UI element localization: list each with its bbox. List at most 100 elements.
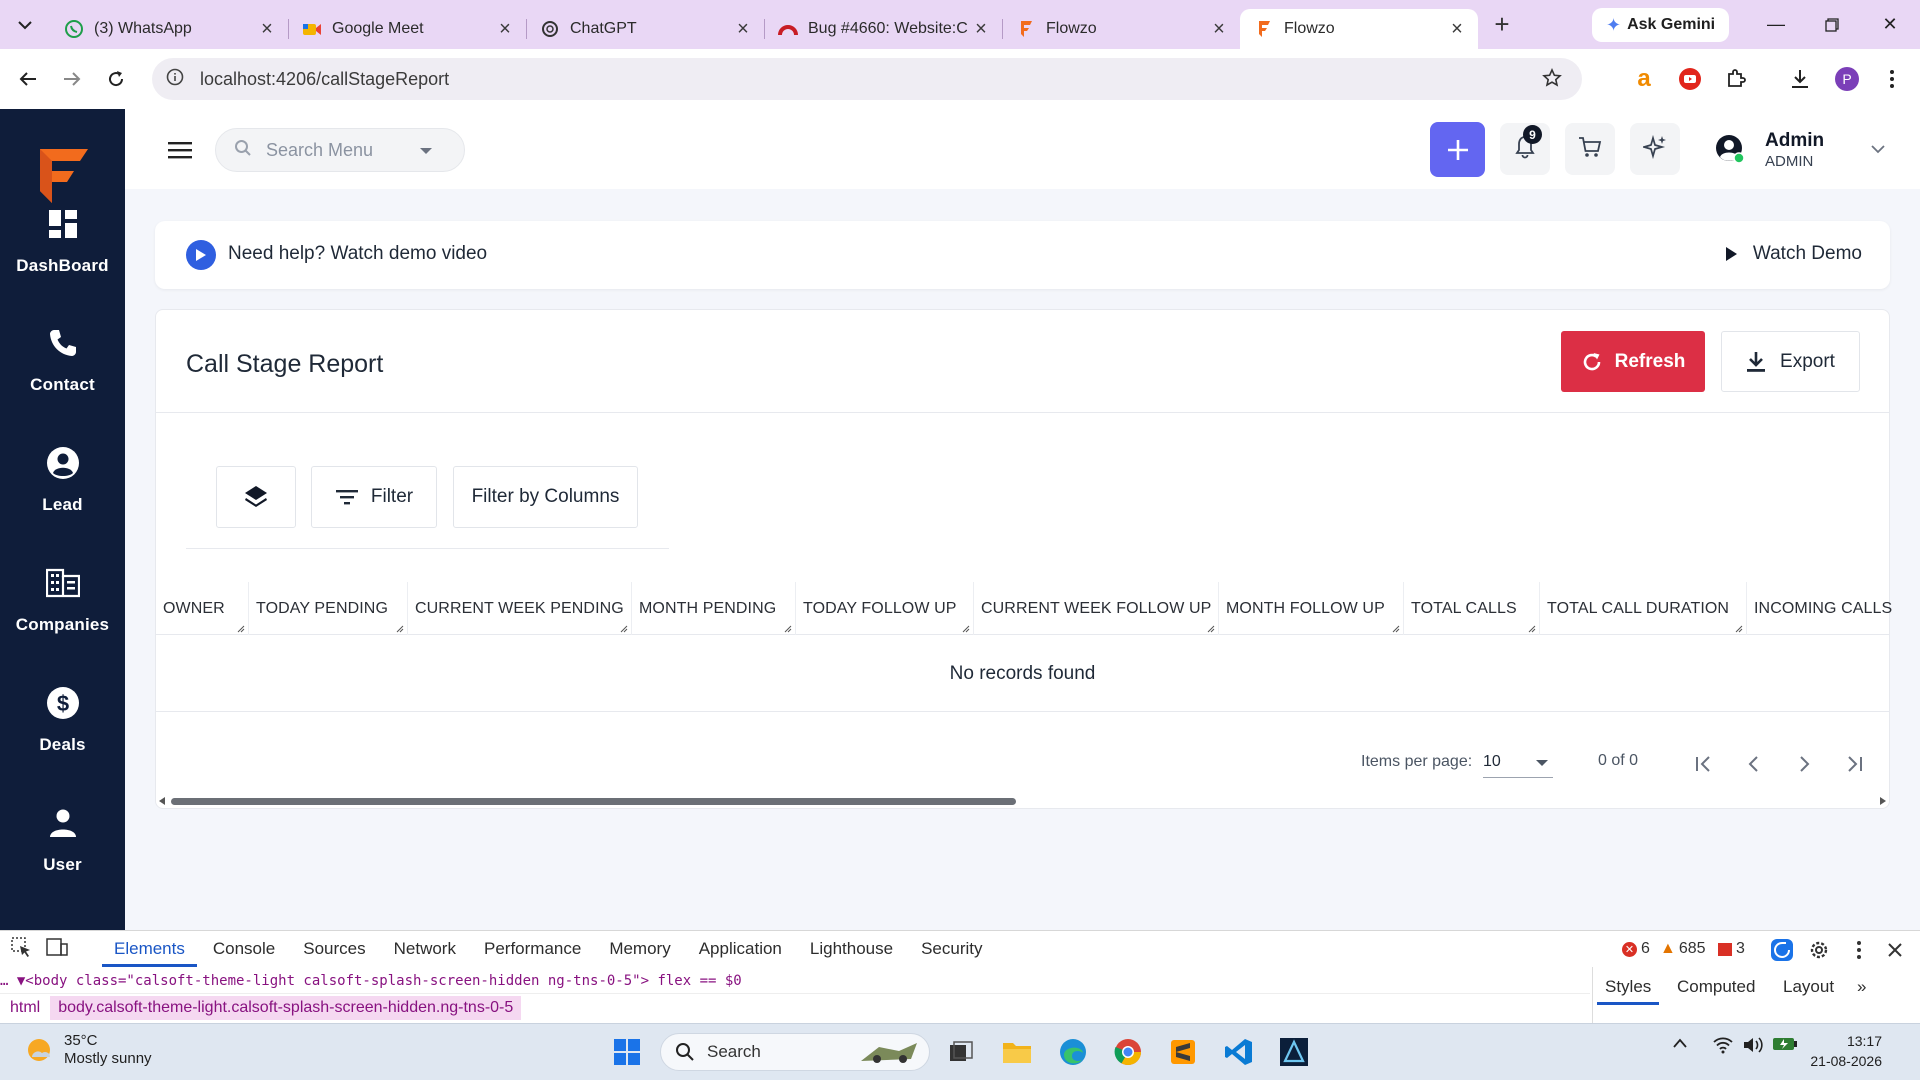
minimize-icon[interactable]: —	[1748, 0, 1804, 49]
devtools-tab-application[interactable]: Application	[699, 931, 782, 967]
close-icon[interactable]: ×	[258, 18, 276, 41]
column-header-incoming-calls[interactable]: INCOMING CALLS	[1747, 582, 1892, 635]
more-tabs-chevron-icon[interactable]: »	[1857, 977, 1866, 997]
browser-menu-icon[interactable]	[1878, 65, 1906, 93]
ai-sparkle-button[interactable]	[1630, 123, 1680, 175]
sidebar-item-dashboard[interactable]: DashBoard	[0, 204, 125, 304]
devtools-ai-icon[interactable]	[1770, 938, 1793, 961]
watch-demo-button[interactable]: Watch Demo	[1725, 243, 1862, 265]
previous-page-icon[interactable]	[1740, 750, 1768, 778]
youtube-extension-icon[interactable]	[1676, 65, 1704, 93]
resize-handle-icon[interactable]	[1207, 625, 1215, 633]
items-per-page-select[interactable]: 10	[1483, 750, 1553, 778]
sublime-text-icon[interactable]	[1166, 1035, 1200, 1069]
last-page-icon[interactable]	[1840, 750, 1868, 778]
filter-by-columns-button[interactable]: Filter by Columns	[453, 466, 638, 528]
forward-arrow-icon[interactable]	[52, 59, 92, 99]
quick-add-button[interactable]	[1430, 122, 1485, 177]
device-toolbar-icon[interactable]	[46, 937, 68, 962]
file-explorer-icon[interactable]	[1000, 1035, 1034, 1069]
warning-count[interactable]: ▲ 685	[1660, 940, 1706, 958]
scroll-right-arrow-icon[interactable]	[1880, 797, 1886, 805]
styles-tab[interactable]: Styles	[1596, 977, 1660, 1005]
bookmark-star-icon[interactable]	[1542, 68, 1562, 93]
resize-handle-icon[interactable]	[396, 625, 404, 633]
devtools-tab-memory[interactable]: Memory	[609, 931, 670, 967]
windows-start-icon[interactable]	[610, 1035, 644, 1069]
sidebar-item-lead[interactable]: Lead	[0, 443, 125, 543]
sidebar-item-user[interactable]: User	[0, 803, 125, 903]
cart-button[interactable]	[1565, 123, 1615, 175]
weather-widget[interactable]: 35°C Mostly sunny	[24, 1032, 152, 1068]
resize-handle-icon[interactable]	[1528, 625, 1536, 633]
tray-chevron-up-icon[interactable]	[1672, 1036, 1688, 1054]
battery-charging-icon[interactable]	[1772, 1036, 1798, 1057]
address-bar[interactable]: localhost:4206/callStageReport	[152, 58, 1582, 100]
reload-icon[interactable]	[96, 59, 136, 99]
column-header-month-pending[interactable]: MONTH PENDING	[632, 582, 796, 635]
layout-tab[interactable]: Layout	[1783, 977, 1834, 997]
column-header-current-week-follow-up[interactable]: CURRENT WEEK FOLLOW UP	[974, 582, 1219, 635]
sidebar-item-contact[interactable]: Contact	[0, 323, 125, 423]
tab-search-chevron-icon[interactable]	[0, 0, 50, 49]
play-circle-icon[interactable]	[186, 240, 216, 270]
user-menu[interactable]: Admin ADMIN	[1715, 127, 1895, 173]
devtools-tab-performance[interactable]: Performance	[484, 931, 581, 967]
download-icon[interactable]	[1786, 65, 1814, 93]
column-header-current-week-pending[interactable]: CURRENT WEEK PENDING	[408, 582, 632, 635]
resize-handle-icon[interactable]	[620, 625, 628, 633]
column-header-month-follow-up[interactable]: MONTH FOLLOW UP	[1219, 582, 1404, 635]
browser-tab-flowzo-active[interactable]: Flowzo ×	[1240, 9, 1478, 49]
close-icon[interactable]: ×	[496, 18, 514, 41]
devtools-tab-sources[interactable]: Sources	[303, 931, 365, 967]
devtools-tab-network[interactable]: Network	[394, 931, 456, 967]
devtools-tab-security[interactable]: Security	[921, 931, 982, 967]
devtools-tab-console[interactable]: Console	[213, 931, 275, 967]
volume-icon[interactable]	[1742, 1036, 1764, 1059]
horizontal-scrollbar[interactable]	[156, 794, 1889, 808]
wifi-icon[interactable]	[1712, 1036, 1734, 1059]
scrollbar-thumb[interactable]	[171, 798, 1016, 805]
new-tab-plus-icon[interactable]: +	[1482, 5, 1522, 45]
breadcrumb-html[interactable]: html	[0, 999, 50, 1017]
extensions-puzzle-icon[interactable]	[1722, 65, 1750, 93]
close-icon[interactable]: ×	[734, 18, 752, 41]
column-header-total-call-duration[interactable]: TOTAL CALL DURATION	[1540, 582, 1747, 635]
taskbar-search[interactable]: Search	[660, 1033, 930, 1071]
error-count[interactable]: ✕ 6	[1622, 940, 1650, 958]
arduino-ide-icon[interactable]	[1277, 1035, 1311, 1069]
resize-handle-icon[interactable]	[784, 625, 792, 633]
chrome-browser-icon[interactable]	[1111, 1035, 1145, 1069]
export-button[interactable]: Export	[1721, 331, 1860, 392]
inspect-element-icon[interactable]	[10, 936, 32, 963]
resize-handle-icon[interactable]	[1392, 625, 1400, 633]
close-icon[interactable]: ×	[972, 18, 990, 41]
vscode-icon[interactable]	[1222, 1035, 1256, 1069]
browser-tab-whatsapp[interactable]: (3) WhatsApp ×	[50, 9, 288, 49]
computed-tab[interactable]: Computed	[1677, 977, 1755, 997]
browser-tab-flowzo[interactable]: Flowzo ×	[1002, 9, 1240, 49]
browser-tab-meet[interactable]: Google Meet ×	[288, 9, 526, 49]
column-header-total-calls[interactable]: TOTAL CALLS	[1404, 582, 1540, 635]
sidebar-item-companies[interactable]: Companies	[0, 563, 125, 663]
close-icon[interactable]: ×	[1210, 18, 1228, 41]
hamburger-menu-icon[interactable]	[167, 139, 193, 161]
system-clock[interactable]: 13:17 21-08-2026	[1810, 1031, 1882, 1071]
site-info-icon[interactable]	[166, 68, 184, 91]
edge-browser-icon[interactable]	[1056, 1035, 1090, 1069]
resize-handle-icon[interactable]	[1735, 625, 1743, 633]
breadcrumb-body[interactable]: body.calsoft-theme-light.calsoft-splash-…	[50, 995, 522, 1020]
window-close-icon[interactable]: ✕	[1862, 0, 1918, 49]
devtools-more-icon[interactable]	[1848, 939, 1870, 961]
refresh-button[interactable]: Refresh	[1561, 331, 1705, 392]
layers-button[interactable]	[216, 466, 296, 528]
browser-tab-chatgpt[interactable]: ChatGPT ×	[526, 9, 764, 49]
sidebar-item-deals[interactable]: $ Deals	[0, 683, 125, 783]
issues-count[interactable]: 3	[1718, 940, 1745, 958]
flowzo-logo[interactable]	[34, 145, 94, 207]
devtools-close-icon[interactable]	[1884, 939, 1906, 961]
resize-handle-icon[interactable]	[237, 625, 245, 633]
scroll-left-arrow-icon[interactable]	[159, 797, 165, 805]
devtools-tab-elements[interactable]: Elements	[102, 931, 197, 967]
task-view-icon[interactable]	[944, 1035, 978, 1069]
